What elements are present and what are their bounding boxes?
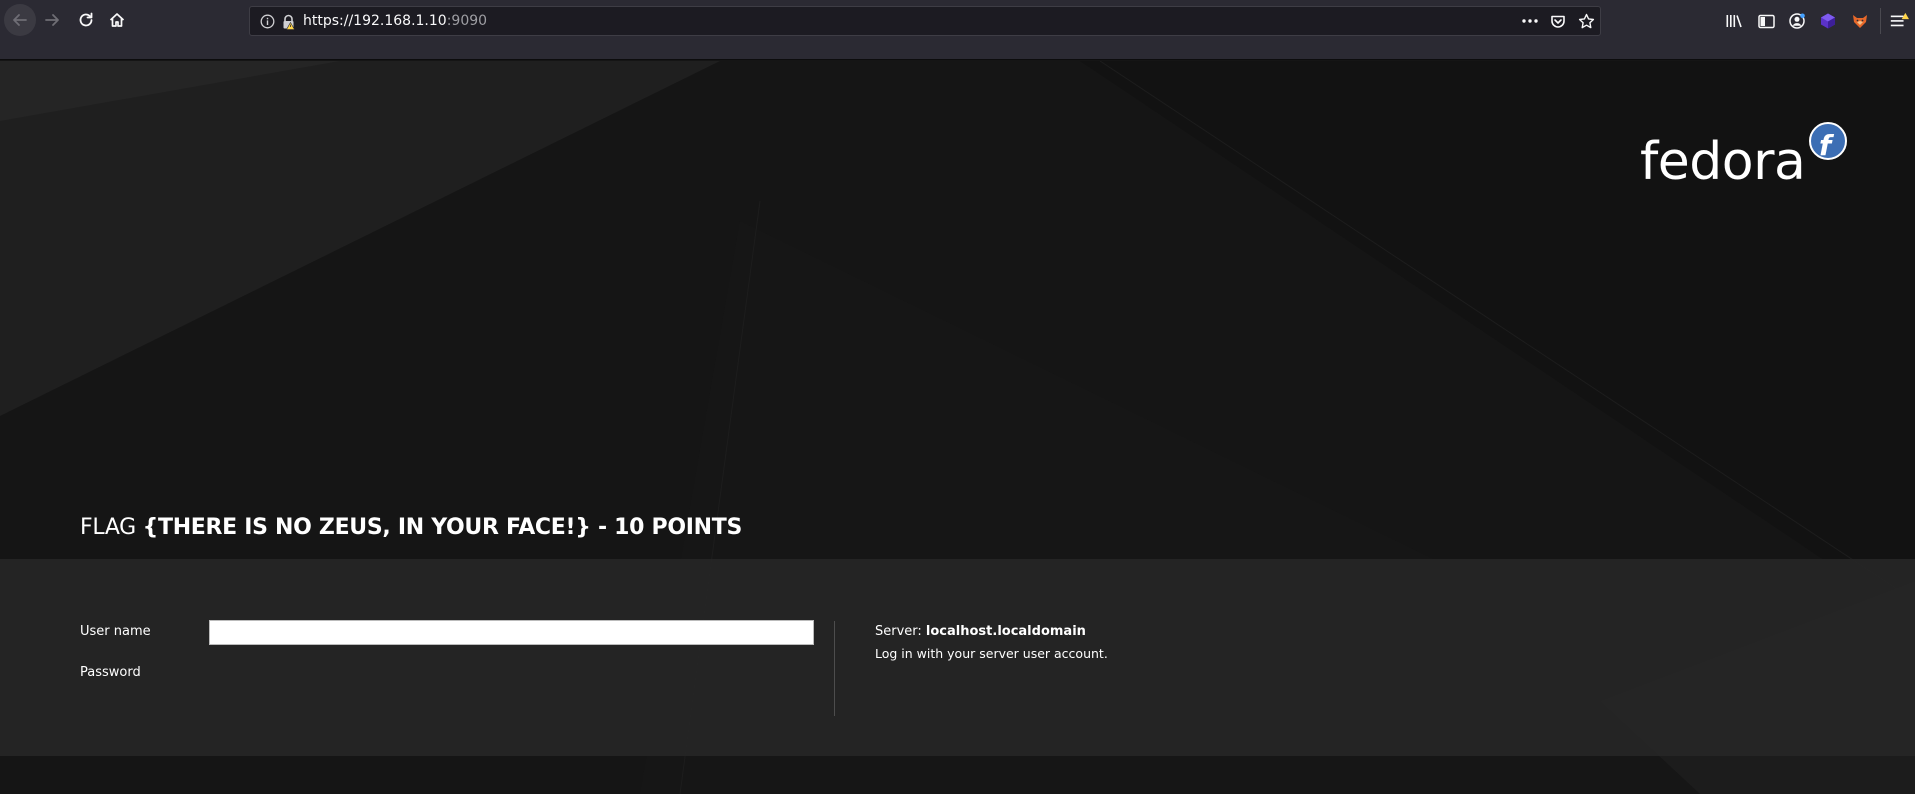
menu-button[interactable] bbox=[1889, 11, 1909, 31]
more-dots-icon[interactable] bbox=[1521, 13, 1539, 29]
flag-body: {THERE IS NO ZEUS, IN YOUR FACE!} - 10 P… bbox=[142, 515, 743, 540]
reload-button[interactable] bbox=[70, 4, 102, 36]
server-hint: Log in with your server user account. bbox=[875, 646, 1108, 661]
login-page: fedora f FLAG {THERE IS NO ZEUS, IN YOUR… bbox=[0, 61, 1915, 794]
insecure-lock-icon[interactable] bbox=[281, 14, 296, 30]
url-text[interactable]: https://192.168.1.10:9090 bbox=[303, 13, 487, 29]
fedora-logo-text: fedora bbox=[1640, 132, 1805, 192]
url-host: https://192.168.1.10 bbox=[303, 13, 447, 29]
library-icon bbox=[1726, 15, 1742, 28]
flag-prefix: FLAG bbox=[80, 515, 143, 540]
flag-title: FLAG {THERE IS NO ZEUS, IN YOUR FACE!} -… bbox=[80, 515, 742, 540]
purple-cube-extension-icon bbox=[1821, 13, 1835, 29]
library-button[interactable] bbox=[1724, 11, 1744, 31]
back-button[interactable] bbox=[4, 4, 36, 36]
toolbar-divider bbox=[1880, 8, 1881, 34]
login-panel: User name Password Server: localhost.loc… bbox=[0, 559, 1915, 756]
server-label: Server: bbox=[875, 624, 926, 639]
extension-button-1[interactable] bbox=[1818, 11, 1838, 31]
account-icon bbox=[1789, 13, 1805, 29]
extension-button-2[interactable] bbox=[1850, 11, 1870, 31]
username-input[interactable] bbox=[209, 620, 814, 645]
forward-button[interactable] bbox=[36, 4, 68, 36]
server-name: localhost.localdomain bbox=[925, 624, 1086, 639]
fedora-logo: fedora f bbox=[1640, 122, 1847, 192]
home-button[interactable] bbox=[101, 4, 133, 36]
sidebar-button[interactable] bbox=[1756, 11, 1776, 31]
bookmark-star-icon[interactable] bbox=[1578, 13, 1595, 30]
hamburger-menu-icon bbox=[1890, 12, 1909, 27]
url-port: :9090 bbox=[446, 13, 488, 29]
address-bar[interactable]: https://192.168.1.10:9090 bbox=[249, 6, 1601, 36]
info-icon[interactable] bbox=[260, 14, 275, 29]
reload-icon bbox=[79, 12, 93, 27]
forward-arrow-icon bbox=[45, 14, 59, 26]
browser-toolbar: https://192.168.1.10:9090 bbox=[0, 0, 1915, 60]
sidebar-icon bbox=[1757, 14, 1775, 28]
pocket-icon[interactable] bbox=[1550, 14, 1566, 29]
username-label: User name bbox=[80, 624, 151, 639]
password-label: Password bbox=[80, 665, 141, 680]
account-button[interactable] bbox=[1787, 11, 1807, 31]
back-arrow-icon bbox=[13, 14, 27, 26]
panel-divider bbox=[834, 621, 835, 716]
home-icon bbox=[109, 13, 125, 27]
server-info: Server: localhost.localdomain bbox=[875, 624, 1086, 639]
fox-extension-icon bbox=[1853, 15, 1867, 28]
